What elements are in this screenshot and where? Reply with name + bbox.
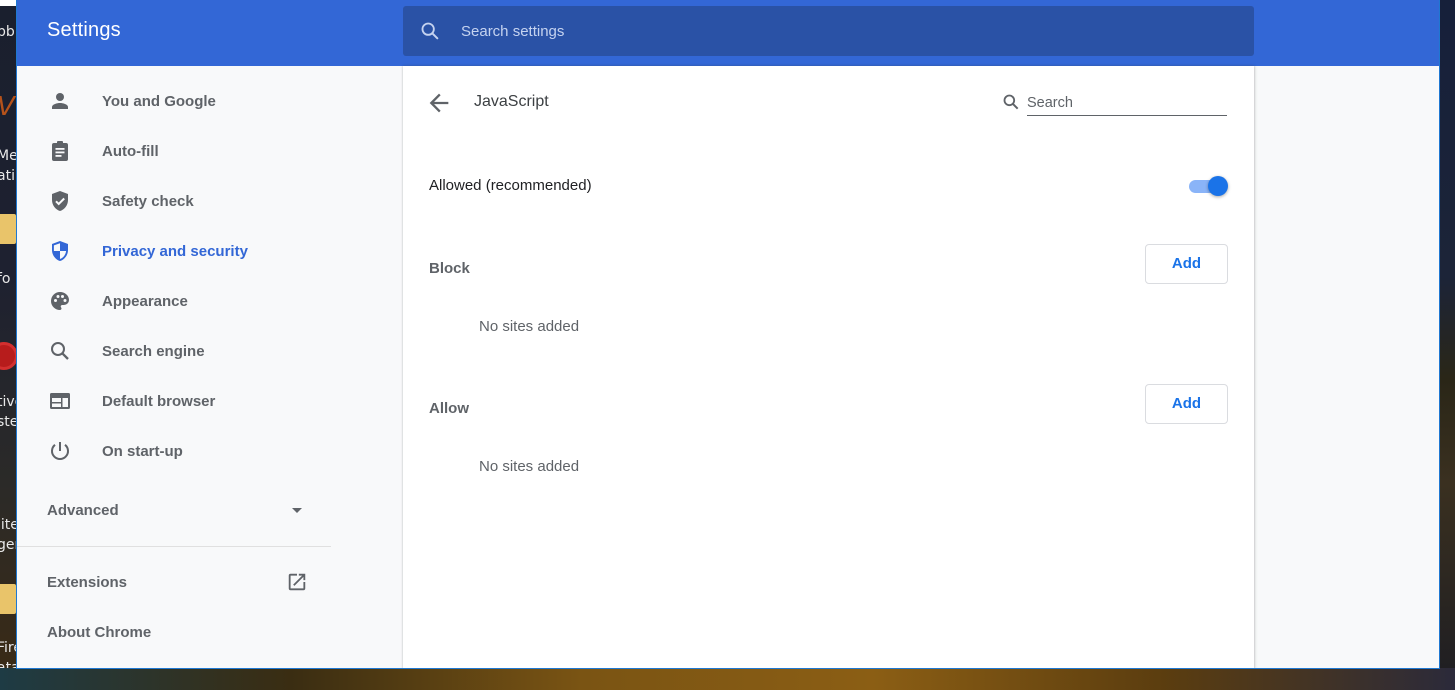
search-icon (48, 339, 72, 363)
desktop-folder-icon[interactable] (0, 584, 16, 614)
sidebar-divider (17, 546, 331, 547)
sidebar-item-on-startup[interactable]: On start-up (17, 431, 347, 471)
about-chrome-label: About Chrome (47, 624, 152, 641)
sidebar: You and Google Auto-fill Safety check Pr… (17, 66, 403, 668)
sidebar-item-label: On start-up (102, 442, 183, 460)
advanced-label: Advanced (47, 502, 119, 519)
sidebar-item-safety-check[interactable]: Safety check (17, 181, 347, 221)
desktop-icon-label: Me (0, 148, 17, 164)
power-icon (48, 439, 72, 463)
sidebar-item-appearance[interactable]: Appearance (17, 281, 347, 321)
search-icon (1001, 92, 1021, 112)
allow-add-button[interactable]: Add (1145, 384, 1228, 424)
desktop-icon-label: tive (0, 394, 17, 410)
sidebar-item-you-and-google[interactable]: You and Google (17, 81, 347, 121)
search-icon (419, 20, 441, 42)
desktop-folder-icon[interactable] (0, 214, 16, 244)
search-settings-input[interactable] (461, 22, 1161, 40)
page-title: JavaScript (474, 93, 549, 110)
search-settings-bar[interactable] (403, 6, 1254, 56)
settings-window: Settings You and Google Auto-fill Safety (16, 0, 1440, 669)
desktop-taskbar-fragment (0, 0, 17, 6)
desktop-icon-label: ger (0, 537, 17, 553)
sidebar-item-default-browser[interactable]: Default browser (17, 381, 347, 421)
back-button[interactable] (425, 89, 453, 117)
site-search-input[interactable] (1027, 90, 1227, 116)
clipboard-icon (48, 139, 72, 163)
advanced-toggle[interactable]: Advanced (17, 491, 347, 531)
arrow-back-icon (429, 93, 449, 113)
sidebar-item-label: You and Google (102, 92, 216, 110)
toggle-knob (1208, 176, 1228, 196)
person-icon (48, 89, 72, 113)
sidebar-item-label: Safety check (102, 192, 194, 210)
settings-header: Settings (17, 0, 1439, 66)
palette-icon (48, 289, 72, 313)
sidebar-item-extensions[interactable]: Extensions (17, 563, 331, 603)
desktop-icon-glyph: V (0, 92, 15, 122)
sidebar-item-search-engine[interactable]: Search engine (17, 331, 347, 371)
allowed-recommended-label: Allowed (recommended) (429, 177, 592, 194)
block-empty-message: No sites added (479, 318, 580, 335)
desktop-icon-label: pb (0, 24, 15, 40)
sidebar-item-privacy-and-security[interactable]: Privacy and security (17, 231, 347, 271)
javascript-settings-card: JavaScript Allowed (recommended) Block A… (403, 66, 1254, 668)
caret-down-icon (292, 508, 302, 513)
desktop-icon-label: fo (0, 271, 11, 287)
browser-window-icon (48, 389, 72, 413)
sidebar-item-autofill[interactable]: Auto-fill (17, 131, 347, 171)
settings-title: Settings (47, 19, 121, 41)
desktop-app-icon[interactable] (0, 342, 17, 370)
sidebar-item-label: Default browser (102, 392, 216, 410)
open-in-new-icon (286, 571, 308, 593)
javascript-allowed-toggle[interactable] (1189, 175, 1229, 197)
sidebar-item-label: Auto-fill (102, 142, 159, 160)
desktop-icon-label: lite (0, 517, 17, 533)
allow-section-label: Allow (429, 400, 469, 417)
desktop-background-left: pb V Me ati fo tive ste lite ger Fire at… (0, 0, 17, 690)
allow-empty-message: No sites added (479, 458, 580, 475)
block-section-label: Block (429, 260, 470, 277)
sidebar-item-label: Search engine (102, 342, 205, 360)
desktop-background-right (1439, 0, 1455, 690)
site-search-field[interactable] (1001, 86, 1229, 118)
shield-check-icon (48, 189, 72, 213)
sidebar-item-label: Appearance (102, 292, 188, 310)
sidebar-item-label: Privacy and security (102, 242, 248, 260)
desktop-icon-label: Fire (0, 640, 17, 656)
desktop-icon-label: ati (0, 168, 15, 184)
extensions-label: Extensions (47, 574, 128, 591)
block-add-button[interactable]: Add (1145, 244, 1228, 284)
desktop-background-bottom (0, 668, 1455, 690)
shield-privacy-icon (48, 239, 72, 263)
sidebar-item-about-chrome[interactable]: About Chrome (17, 613, 331, 653)
desktop-icon-label: ste (0, 414, 17, 430)
